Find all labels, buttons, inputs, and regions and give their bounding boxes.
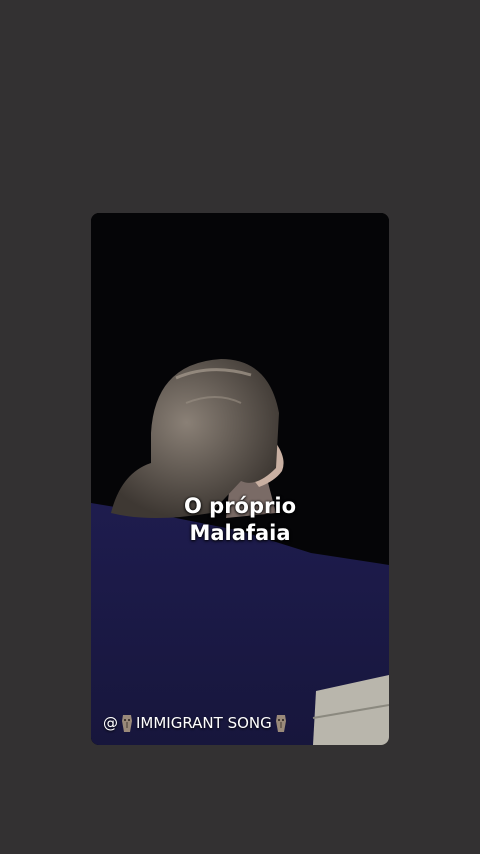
music-sticker[interactable]: @ IMMIGRANT SONG: [103, 713, 290, 733]
story-card[interactable]: O próprio Malafaia @ IMMIGRANT SONG: [91, 213, 389, 745]
music-tag-prefix: @: [103, 714, 118, 732]
moai-icon: [275, 715, 286, 732]
moai-icon: [122, 715, 132, 732]
video-frame: [91, 213, 389, 745]
music-tag-title: IMMIGRANT SONG: [136, 714, 272, 732]
video-caption: O próprio Malafaia: [91, 493, 389, 547]
caption-line-2: Malafaia: [189, 521, 291, 545]
caption-line-1: O próprio: [184, 494, 296, 518]
